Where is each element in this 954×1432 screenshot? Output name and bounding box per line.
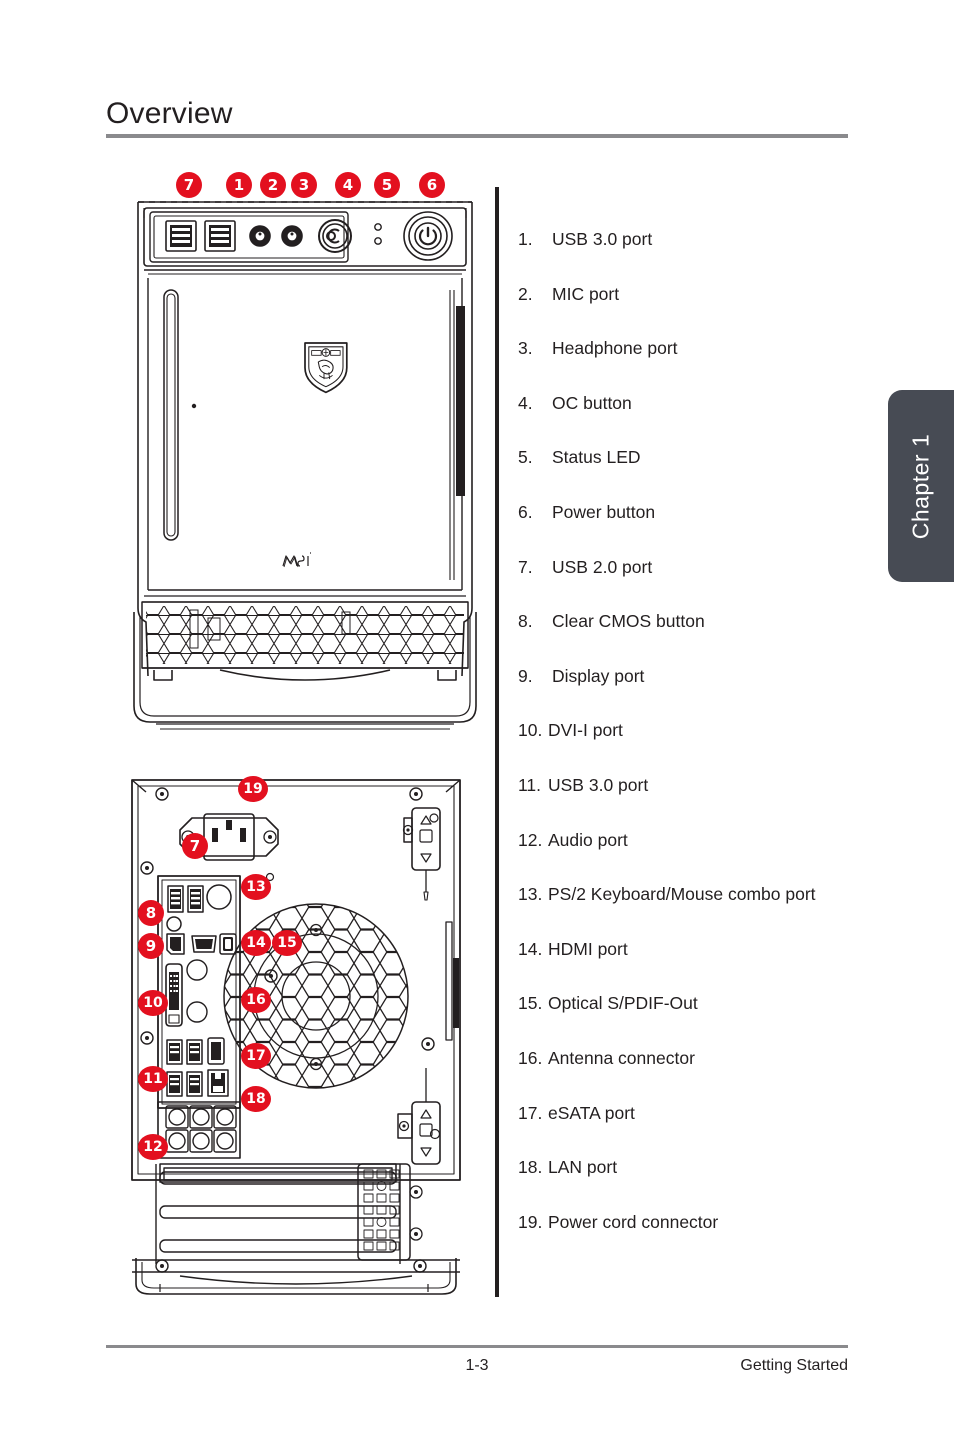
port-list-item: 3. Headphone port xyxy=(518,337,918,392)
port-list-item: 19. Power cord connector xyxy=(518,1211,918,1266)
port-list-item-number: 18. xyxy=(518,1157,543,1178)
port-list-item-number: 15. xyxy=(518,993,543,1014)
port-list-item: 6. Power button xyxy=(518,501,918,556)
port-list-item-number: 7. xyxy=(518,556,533,577)
port-list-item-label: Headphone port xyxy=(552,338,678,359)
callout-19-rear: 19 xyxy=(238,776,268,802)
port-list-item-label: USB 2.0 port xyxy=(552,556,653,577)
port-list-item: 12. Audio port xyxy=(518,829,918,884)
callout-5-front: 5 xyxy=(374,172,400,198)
port-list-item-number: 11. xyxy=(518,774,542,795)
callout-18-rear: 18 xyxy=(241,1086,271,1112)
port-list-item-number: 6. xyxy=(518,501,533,522)
port-list-item: 2. MIC port xyxy=(518,283,918,338)
port-list-item-label: Power button xyxy=(552,501,656,522)
callout-11-rear: 11 xyxy=(138,1066,168,1092)
front-panel-figure: 7 1 2 3 4 5 6 xyxy=(120,172,490,738)
title-divider-rule xyxy=(106,134,848,138)
port-list-item: 10. DVI-I port xyxy=(518,719,918,774)
port-list-item: 13. PS/2 Keyboard/Mouse combo port xyxy=(518,883,918,938)
callout-8-rear: 8 xyxy=(138,900,164,926)
port-list-item: 8. Clear CMOS button xyxy=(518,610,918,665)
port-list-item-number: 12. xyxy=(518,829,543,850)
port-list-item: 9. Display port xyxy=(518,665,918,720)
port-list-item-label: HDMI port xyxy=(548,938,628,959)
port-list-item-label: USB 3.0 port xyxy=(552,229,653,249)
port-list-item-number: 5. xyxy=(518,447,533,468)
port-list-item-number: 16. xyxy=(518,1047,543,1068)
port-list-item-label: PS/2 Keyboard/Mouse combo port xyxy=(548,884,816,905)
port-list-item: 18. LAN port xyxy=(518,1156,918,1211)
port-list-item-label: Optical S/PDIF-Out xyxy=(548,993,698,1014)
callout-10-rear: 10 xyxy=(138,990,168,1016)
callout-6-front: 6 xyxy=(419,172,445,198)
rear-panel-figure: 19 7 13 8 9 14 15 16 10 17 11 18 12 xyxy=(120,772,490,1297)
callout-3-front: 3 xyxy=(291,172,317,198)
port-list-item-number: 8. xyxy=(518,611,533,632)
port-list-item-number: 1. xyxy=(518,229,533,249)
figure-list-divider xyxy=(495,187,499,1297)
port-list-item-label: LAN port xyxy=(548,1157,618,1178)
port-list-item-number: 14. xyxy=(518,938,543,959)
callout-13-rear: 13 xyxy=(241,874,271,900)
port-list-item: 16. Antenna connector xyxy=(518,1047,918,1102)
callout-12-rear: 12 xyxy=(138,1134,168,1160)
port-list-item-label: Display port xyxy=(552,665,645,686)
port-list-item-number: 2. xyxy=(518,283,533,304)
port-list-item: 14. HDMI port xyxy=(518,938,918,993)
port-list-item-label: eSATA port xyxy=(548,1102,635,1123)
callout-9-rear: 9 xyxy=(138,933,164,959)
callout-15-rear: 15 xyxy=(272,930,302,956)
footer-section-label: Getting Started xyxy=(740,1357,848,1374)
page-title: Overview xyxy=(106,97,233,130)
callout-1-front: 1 xyxy=(226,172,252,198)
port-list-item: 17. eSATA port xyxy=(518,1102,918,1157)
port-list-item-number: 10. xyxy=(518,720,543,741)
port-list-item-label: Clear CMOS button xyxy=(552,611,705,632)
callout-17-rear: 17 xyxy=(241,1043,271,1069)
port-list-item-label: Status LED xyxy=(552,447,641,468)
port-list-item-label: DVI-I port xyxy=(548,720,623,741)
port-list-item: 7. USB 2.0 port xyxy=(518,556,918,611)
port-legend-list: 1. USB 3.0 port 2. MIC port 3. Headphone port… xyxy=(518,228,918,1265)
port-list-item: 15. Optical S/PDIF-Out xyxy=(518,992,918,1047)
callout-16-rear: 16 xyxy=(241,987,271,1013)
callout-4-front: 4 xyxy=(335,172,361,198)
callout-14-rear: 14 xyxy=(241,930,271,956)
port-list-item-label: Audio port xyxy=(548,829,628,850)
front-panel-drawing xyxy=(133,201,477,730)
port-list-item-number: 4. xyxy=(518,392,533,413)
port-list-item-number: 3. xyxy=(518,338,533,359)
port-list-item-number: 17. xyxy=(518,1102,543,1123)
port-list-item: 11. USB 3.0 port xyxy=(518,774,918,829)
callout-7-front: 7 xyxy=(176,172,202,198)
callout-2-front: 2 xyxy=(260,172,286,198)
port-list-item: 4. OC button xyxy=(518,392,918,447)
callout-7-rear: 7 xyxy=(182,833,208,859)
port-list-item-label: MIC port xyxy=(552,283,620,304)
footer-divider-rule xyxy=(106,1345,848,1348)
port-list-item: 1. USB 3.0 port xyxy=(518,228,918,283)
port-list-item-label: OC button xyxy=(552,392,632,413)
port-list-item-label: Power cord connector xyxy=(548,1211,719,1232)
port-list-item-label: Antenna connector xyxy=(548,1047,695,1068)
rear-panel-drawing xyxy=(131,779,461,1295)
port-list-item-number: 19. xyxy=(518,1211,543,1232)
port-list-item-label: USB 3.0 port xyxy=(548,774,649,795)
port-list-item: 5. Status LED xyxy=(518,446,918,501)
port-list-item-number: 13. xyxy=(518,884,543,905)
port-list-item-number: 9. xyxy=(518,665,533,686)
